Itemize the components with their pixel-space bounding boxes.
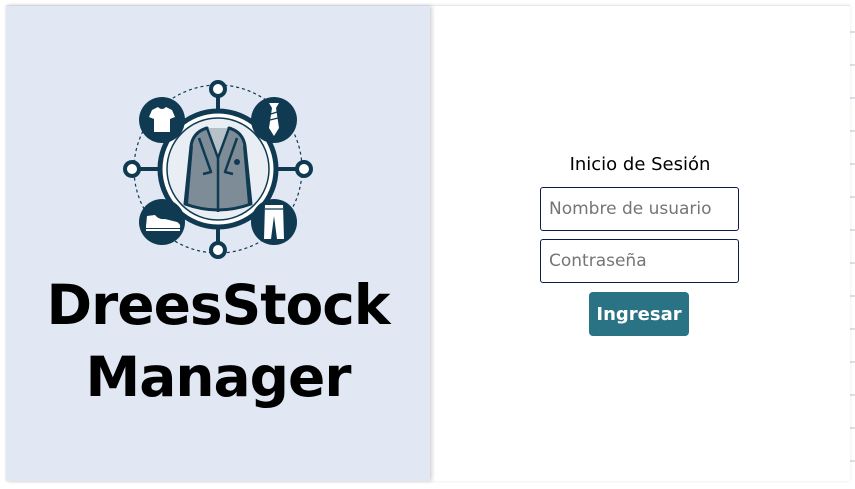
brand-title-line1: DreesStock <box>46 273 391 337</box>
login-panel: Inicio de Sesión Ingresar <box>430 6 850 481</box>
tshirt-icon <box>139 97 185 143</box>
shoe-icon <box>139 199 185 245</box>
brand-panel: DreesStock Manager <box>6 6 430 481</box>
jacket-icon <box>183 126 253 212</box>
login-window: DreesStock Manager Inicio de Sesión Ingr… <box>6 5 850 481</box>
password-input[interactable] <box>540 239 739 283</box>
tie-icon <box>251 97 297 143</box>
login-button[interactable]: Ingresar <box>589 292 689 336</box>
login-title: Inicio de Sesión <box>569 154 711 175</box>
background-edge <box>850 0 855 489</box>
app-logo <box>123 80 313 259</box>
pants-icon <box>251 199 297 245</box>
brand-title-line2: Manager <box>85 345 352 409</box>
username-input[interactable] <box>540 187 739 231</box>
